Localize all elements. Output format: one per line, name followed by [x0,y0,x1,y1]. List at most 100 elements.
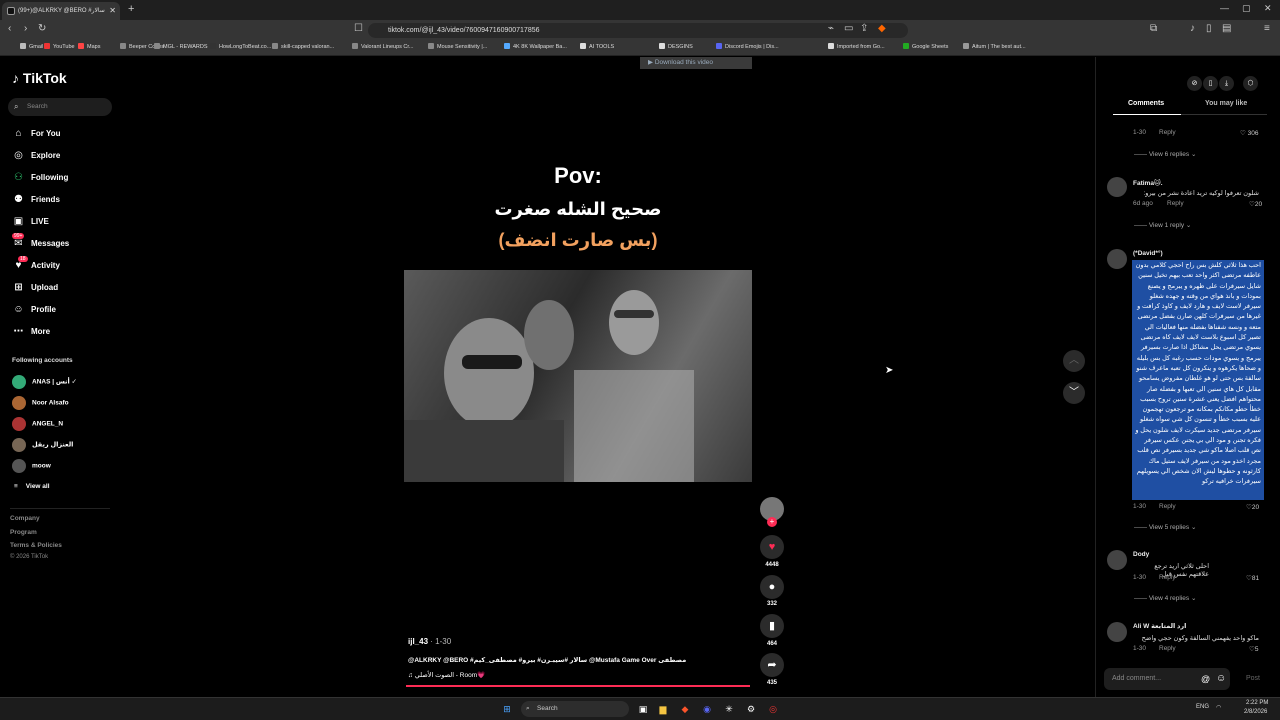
bookmark-item[interactable]: AI TOOLS [580,43,614,50]
add-comment-input[interactable]: Add comment... [1104,668,1230,690]
comment-like[interactable]: ♡ 306 [1240,129,1259,137]
sidebar-item-live[interactable]: ▣ LIVE [12,216,49,227]
search-input[interactable]: ⌕ Search [8,98,112,116]
footer-terms[interactable]: Terms & Policies [10,542,62,549]
bookmark-item[interactable]: DESGINS [659,43,693,50]
view-all-link[interactable]: ≡ View all [12,483,50,490]
sidebar-item-explore[interactable]: ◎ Explore [12,150,60,161]
comment-button[interactable]: ● [760,575,784,599]
extension-icon[interactable]: ⌁ [828,23,834,34]
bookmark-item[interactable]: Valorant Lineups Cr... [352,43,413,50]
close-window-icon[interactable]: ✕ [1264,3,1272,14]
sidebar-item-friends[interactable]: ⚉ Friends [12,194,60,205]
comment-like[interactable]: ♡20 [1246,503,1259,511]
app-red-icon[interactable]: ◎ [766,702,780,716]
following-account[interactable]: ANGEL_N [12,417,63,431]
bookmark-item[interactable]: Gmail [20,43,43,50]
menu-icon[interactable]: ≡ [1264,23,1270,34]
media-icon[interactable]: ▭ [844,23,853,34]
share-icon[interactable]: ⇪ [860,23,868,34]
reply-button[interactable]: Reply [1159,503,1176,510]
wifi-icon[interactable]: ◠ [1216,704,1221,711]
reply-button[interactable]: Reply [1159,129,1176,136]
comment-like[interactable]: ♡20 [1249,200,1262,208]
address-bar[interactable]: tiktok.com/@ijl_43/video/760094716090071… [368,23,908,38]
follow-plus-icon[interactable]: + [767,517,777,527]
settings-icon[interactable]: ⬡ [1243,76,1258,91]
steam-icon[interactable]: ⚙ [744,702,758,716]
video-progress-bar[interactable] [406,685,750,687]
emoji-icon[interactable]: ☺ [1216,673,1226,684]
maximize-icon[interactable]: ▢ [1242,3,1251,14]
footer-program[interactable]: Program [10,529,37,536]
view-replies-button[interactable]: —— View 4 replies ⌄ [1134,594,1196,602]
footer-company[interactable]: Company [10,515,40,522]
view-replies-button[interactable]: —— View 6 replies ⌄ [1134,150,1196,158]
view-replies-button[interactable]: —— View 1 reply ⌄ [1134,221,1191,229]
music-icon[interactable]: ♪ [1190,23,1195,34]
following-account[interactable]: العنزال ربقل [12,438,73,452]
new-tab-icon[interactable]: + [128,3,134,15]
bookmark-item[interactable]: 4K 8K Wallpaper Ba... [504,43,567,50]
share-button[interactable]: ➦ [760,653,784,677]
video-author[interactable]: ijl_43 · 1-30 [408,637,451,646]
bookmark-item[interactable]: Discord Emojis | Dis... [716,43,779,50]
brave-shield-icon[interactable]: ◆ [878,23,886,34]
sidebar-item-following[interactable]: ⚇ Following [12,172,68,183]
comment-author[interactable]: Fatima🐱. [1133,179,1163,187]
back-icon[interactable]: ‹ [8,23,11,34]
language-indicator[interactable]: ENG [1196,704,1209,710]
avatar[interactable] [1107,622,1127,642]
tab-you-may-like[interactable]: You may like [1205,100,1247,107]
bookmark-item[interactable]: HowLongToBeat.co... [210,43,271,50]
start-icon[interactable]: ⊞ [500,702,514,716]
download-video-button[interactable]: ▶ Download this video [640,57,752,69]
sidebar-item-more[interactable]: ⋯ More [12,326,51,337]
bookmark-item[interactable]: Mouse Sensitivity |... [428,43,487,50]
clock-time[interactable]: 2:22 PM [1246,700,1268,706]
like-button[interactable]: ♥ [760,535,784,559]
app-icon[interactable]: ✳ [722,702,736,716]
view-replies-button[interactable]: —— View 5 replies ⌄ [1134,523,1196,531]
comment-author[interactable]: Dody [1133,551,1149,558]
bookmark-item[interactable]: Maps [78,43,100,50]
reply-button[interactable]: Reply [1159,574,1176,581]
reload-icon[interactable]: ↻ [38,23,46,34]
bookmark-item[interactable]: Aitum | The best aut... [963,43,1026,50]
sidebar-item-messages[interactable]: ✉ Messages [12,238,69,249]
task-view-icon[interactable]: ▣ [636,702,650,716]
sidebar-item-for-you[interactable]: ⌂ For You [12,128,60,139]
bookmark-item[interactable]: YouTube [44,43,75,50]
phone-icon[interactable]: ▯ [1203,76,1218,91]
comment-like[interactable]: ♡5 [1249,645,1258,653]
bookmark-item[interactable]: Google Sheets [903,43,948,50]
save-button[interactable]: ▮ [760,614,784,638]
tab-comments[interactable]: Comments [1128,100,1164,107]
avatar[interactable] [1107,550,1127,570]
disable-icon[interactable]: ⊘ [1187,76,1202,91]
extensions-icon[interactable]: ⧉ [1150,23,1157,34]
forward-icon[interactable]: › [24,23,27,34]
post-button[interactable]: Post [1246,675,1260,682]
sidebar-icon[interactable]: ▯ [1206,23,1212,34]
file-explorer-icon[interactable]: ▆ [656,702,670,716]
sidebar-item-upload[interactable]: ⊞ Upload [12,282,58,293]
comment-like[interactable]: ♡81 [1246,574,1259,582]
following-account[interactable]: moow [12,459,51,473]
clock-date[interactable]: 2/8/2026 [1244,709,1267,715]
discord-icon[interactable]: ◉ [700,702,714,716]
bookmark-item[interactable]: skill-capped valoran... [272,43,334,50]
active-tab[interactable]: (99+)@ALKRKY @BERO #سالار ✕ [2,2,120,20]
brave-icon[interactable]: ◆ [678,702,692,716]
bookmark-icon[interactable]: ☐ [354,23,363,34]
comment-author[interactable]: Ali W ارد المتابعة [1133,622,1186,630]
reply-button[interactable]: Reply [1159,645,1176,652]
following-account[interactable]: Noor Alsafo [12,396,69,410]
bookmark-item[interactable]: MGL - REWARDS [154,43,208,50]
reply-button[interactable]: Reply [1167,200,1184,207]
taskbar-search[interactable]: ⌕ Search [521,701,629,717]
download-panel-icon[interactable]: ⤓ [1219,76,1234,91]
sidebar-item-profile[interactable]: ☺ Profile [12,304,56,315]
comment-author[interactable]: (*David*°) [1133,250,1163,257]
avatar[interactable] [1107,177,1127,197]
